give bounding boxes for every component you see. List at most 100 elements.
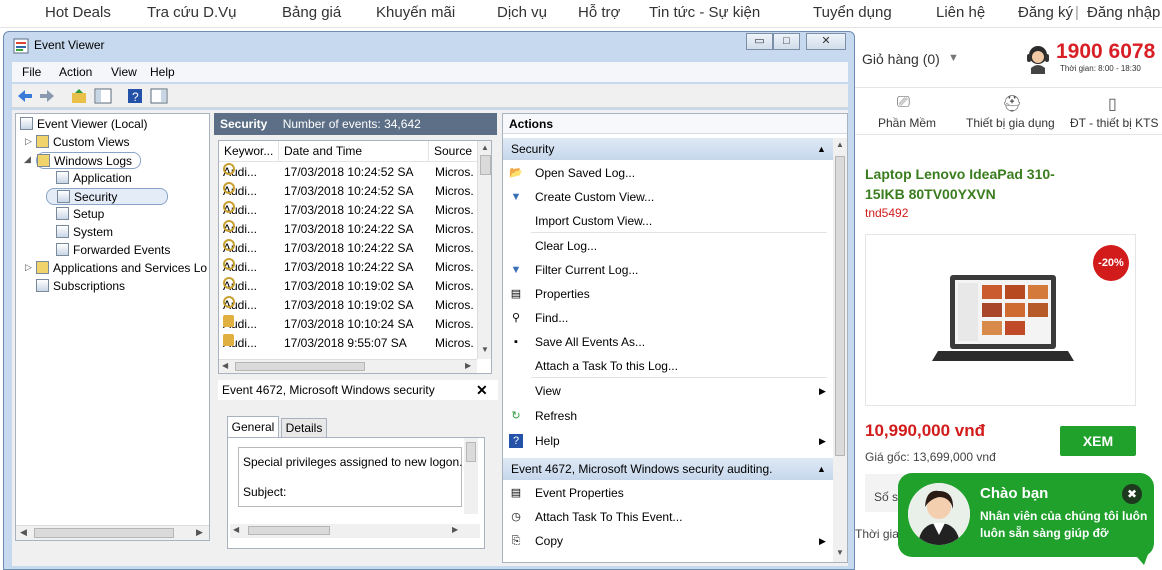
tree-windows-logs[interactable]: Windows Logs (36, 152, 142, 169)
collapse-arrow-icon[interactable]: ◢ (24, 154, 31, 165)
actions-vertical-scrollbar[interactable]: ▲ ▼ (833, 138, 847, 562)
scroll-thumb[interactable] (835, 156, 845, 456)
scroll-thumb[interactable] (466, 442, 476, 462)
scroll-thumb[interactable] (235, 362, 365, 371)
category-appliances[interactable]: Thiết bị gia dụng (966, 116, 1055, 130)
nav-khuyen-mai[interactable]: Khuyến mãi (376, 4, 455, 21)
scroll-right-icon[interactable]: ▶ (452, 525, 458, 534)
scroll-left-icon[interactable]: ◀ (222, 361, 228, 370)
cart-link[interactable]: Giỏ hàng (0) (862, 51, 940, 67)
nav-tra-cuu[interactable]: Tra cứu D.Vụ (147, 4, 237, 21)
close-button[interactable]: ✕ (806, 33, 846, 50)
action-item[interactable]: ? Help ▶ (503, 430, 833, 452)
tree-subscriptions[interactable]: Subscriptions (36, 278, 125, 295)
table-row[interactable]: Audi... 17/03/2018 10:24:22 SA Micros. (219, 258, 477, 277)
tree-application[interactable]: Application (56, 170, 132, 187)
nav-ho-tro[interactable]: Hỗ trợ (578, 4, 620, 21)
collapse-section-icon[interactable]: ▲ (817, 138, 826, 160)
action-item[interactable]: Attach a Task To this Log... (503, 355, 833, 378)
expand-arrow-icon[interactable]: ▷ (25, 136, 32, 147)
chat-widget[interactable]: Chào bạn Nhân viên của chúng tôi luôn lu… (898, 473, 1154, 565)
table-row[interactable]: Audi... 17/03/2018 10:24:22 SA Micros. (219, 220, 477, 239)
scroll-right-icon[interactable]: ▶ (196, 527, 203, 538)
minimize-button[interactable]: ▭ (746, 33, 773, 50)
action-item[interactable]: ▼ Filter Current Log... (503, 259, 833, 281)
scroll-thumb[interactable] (34, 528, 174, 538)
tree-root[interactable]: Event Viewer (Local) (20, 116, 148, 133)
table-row[interactable]: Audi... 17/03/2018 10:24:22 SA Micros. (219, 239, 477, 258)
table-horizontal-scrollbar[interactable]: ◀ ▶ (219, 359, 477, 373)
column-source[interactable]: Source (429, 141, 479, 162)
column-date-time[interactable]: Date and Time (279, 141, 429, 162)
table-row[interactable]: Audi... 17/03/2018 10:24:22 SA Micros. (219, 201, 477, 220)
nav-dang-nhap[interactable]: Đăng nhập (1087, 4, 1160, 21)
nav-dang-ky[interactable]: Đăng ký (1018, 4, 1073, 21)
tab-general[interactable]: General (227, 416, 279, 438)
up-folder-icon[interactable] (70, 87, 88, 105)
show-hide-action-pane-icon[interactable] (150, 87, 168, 105)
chevron-down-icon[interactable]: ▼ (948, 52, 959, 64)
details-vertical-scrollbar[interactable] (464, 438, 478, 514)
hotline-number[interactable]: 1900 6078 (1056, 40, 1155, 64)
tree-custom-views[interactable]: Custom Views (36, 134, 129, 151)
event-description-box[interactable]: Special privileges assigned to new logon… (238, 447, 462, 507)
product-image-frame[interactable]: -20% (865, 234, 1136, 406)
menu-help[interactable]: Help (150, 65, 175, 79)
menu-action[interactable]: Action (59, 65, 92, 79)
scroll-down-icon[interactable]: ▼ (836, 548, 844, 557)
back-arrow-icon[interactable] (16, 87, 34, 105)
scroll-right-icon[interactable]: ▶ (465, 361, 471, 370)
nav-tuyen-dung[interactable]: Tuyển dụng (813, 4, 892, 21)
nav-hot-deals[interactable]: Hot Deals (45, 4, 111, 21)
table-row[interactable]: Audi... 17/03/2018 10:24:52 SA Micros. (219, 163, 477, 182)
tree-apps-services[interactable]: Applications and Services Lo (36, 260, 207, 277)
nav-lien-he[interactable]: Liên hệ (936, 4, 985, 21)
column-keywords[interactable]: Keywor... (219, 141, 279, 162)
action-item[interactable]: ▤ Properties (503, 283, 833, 305)
action-item[interactable]: ▤ Event Properties (503, 482, 833, 504)
nav-tin-tuc[interactable]: Tin tức - Sự kiện (649, 4, 760, 21)
action-item[interactable]: 📂 Open Saved Log... (503, 162, 833, 184)
table-row[interactable]: Audi... 17/03/2018 10:19:02 SA Micros. (219, 277, 477, 296)
close-icon[interactable]: ✖ (1122, 484, 1142, 504)
action-item[interactable]: ▼ Create Custom View... (503, 186, 833, 208)
view-product-button[interactable]: XEM (1060, 426, 1136, 456)
details-horizontal-scrollbar[interactable]: ◀ ▶ (230, 524, 480, 538)
table-row[interactable]: Audi... 17/03/2018 9:55:07 SA Micros. (219, 334, 477, 353)
action-item[interactable]: Clear Log... (503, 235, 833, 257)
collapse-section-icon[interactable]: ▲ (817, 458, 826, 480)
action-item[interactable]: ▪ Save All Events As... (503, 331, 833, 353)
action-item[interactable]: ⎘ Copy ▶ (503, 530, 833, 552)
table-row[interactable]: Audi... 17/03/2018 10:24:52 SA Micros. (219, 182, 477, 201)
tree-horizontal-scrollbar[interactable]: ◀ ▶ (16, 525, 209, 540)
event-list[interactable]: Keywor... Date and Time Source Audi... 17… (218, 140, 492, 374)
show-hide-tree-icon[interactable] (94, 87, 112, 105)
tree-system[interactable]: System (56, 224, 113, 241)
actions-section-event[interactable]: Event 4672, Microsoft Windows security a… (503, 458, 833, 480)
scroll-up-icon[interactable]: ▲ (836, 140, 844, 149)
maximize-button[interactable]: □ (773, 33, 800, 50)
table-row[interactable]: Audi... 17/03/2018 10:19:02 SA Micros. (219, 296, 477, 315)
close-details-icon[interactable]: ✕ (476, 380, 488, 400)
actions-section-security[interactable]: Security ▲ (503, 138, 833, 160)
tree-security[interactable]: Security (46, 188, 169, 205)
category-software[interactable]: Phần Mềm (878, 116, 936, 130)
tab-details[interactable]: Details (281, 418, 327, 438)
forward-arrow-icon[interactable] (38, 87, 56, 105)
action-item[interactable]: ⚲ Find... (503, 307, 833, 329)
expand-arrow-icon[interactable]: ▷ (25, 262, 32, 273)
action-item[interactable]: ↻ Refresh (503, 405, 833, 427)
action-item[interactable]: Import Custom View... (503, 210, 833, 233)
action-item[interactable]: View ▶ (503, 380, 833, 402)
scroll-thumb[interactable] (248, 526, 330, 535)
scroll-up-icon[interactable]: ▲ (481, 143, 489, 152)
nav-bang-gia[interactable]: Bảng giá (282, 4, 341, 21)
menu-file[interactable]: File (22, 65, 41, 79)
table-vertical-scrollbar[interactable]: ▲ ▼ (477, 141, 491, 359)
help-icon[interactable]: ? (126, 87, 144, 105)
tree-setup[interactable]: Setup (56, 206, 104, 223)
product-title[interactable]: Laptop Lenovo IdeaPad 310-15IKB 80TV00YX… (865, 164, 1055, 204)
scroll-left-icon[interactable]: ◀ (233, 525, 239, 534)
table-row[interactable]: Audi... 17/03/2018 10:10:24 SA Micros. (219, 315, 477, 334)
nav-dich-vu[interactable]: Dịch vụ (497, 4, 547, 21)
